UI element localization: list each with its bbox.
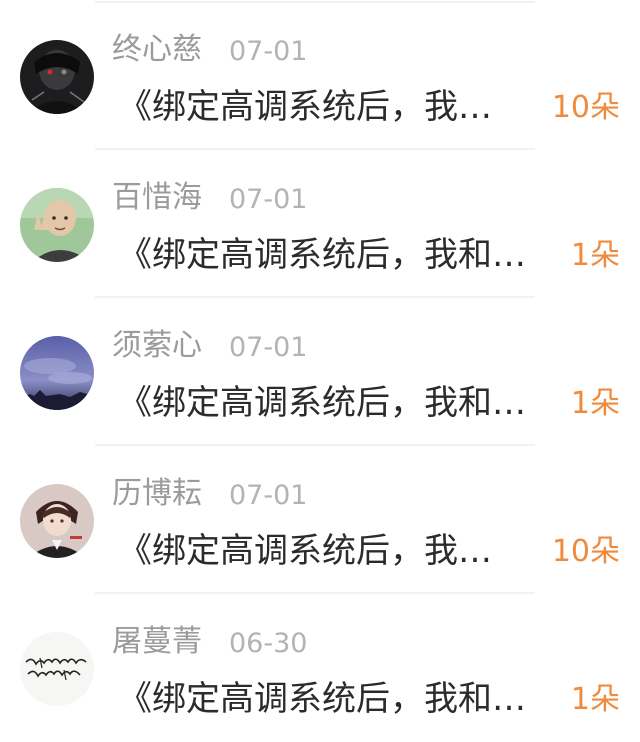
book-title-message: 《绑定高调系统后，我…: [118, 87, 492, 127]
sender-name: 屠蔓菁: [112, 624, 202, 659]
sender-name: 历博耘: [112, 476, 202, 511]
send-date: 07-01: [229, 332, 308, 363]
list-item[interactable]: 终心慈 07-01 《绑定高调系统后，我… 10朵: [0, 2, 640, 150]
bald-man-avatar[interactable]: [20, 188, 94, 262]
send-date: 07-01: [229, 36, 308, 67]
sender-name: 百惜海: [112, 180, 202, 215]
list-item[interactable]: 历博耘 07-01 《绑定高调系统后，我… 10朵: [0, 446, 640, 594]
send-date: 07-01: [229, 184, 308, 215]
gift-count: 1朵: [570, 238, 620, 273]
dark-anime-boy-avatar[interactable]: [20, 40, 94, 114]
sender-name: 须萦心: [112, 328, 202, 363]
book-title-message: 《绑定高调系统后，我和…: [118, 383, 526, 423]
send-date: 06-30: [229, 628, 308, 659]
sender-name: 终心慈: [112, 32, 202, 67]
book-title-message: 《绑定高调系统后，我…: [118, 531, 492, 571]
calligraphy-avatar[interactable]: [20, 632, 94, 706]
book-title-message: 《绑定高调系统后，我和…: [118, 679, 526, 719]
gift-count: 1朵: [570, 386, 620, 421]
book-title-message: 《绑定高调系统后，我和…: [118, 235, 526, 275]
list-item[interactable]: 屠蔓菁 06-30 《绑定高调系统后，我和… 1朵: [0, 594, 640, 742]
gift-count: 10朵: [551, 90, 620, 125]
night-sky-avatar[interactable]: [20, 336, 94, 410]
list-item[interactable]: 须萦心 07-01 《绑定高调系统后，我和… 1朵: [0, 298, 640, 446]
list-item[interactable]: 百惜海 07-01 《绑定高调系统后，我和… 1朵: [0, 150, 640, 298]
gift-count: 1朵: [570, 682, 620, 717]
send-date: 07-01: [229, 480, 308, 511]
gift-count: 10朵: [551, 534, 620, 569]
anime-suit-boy-avatar[interactable]: [20, 484, 94, 558]
